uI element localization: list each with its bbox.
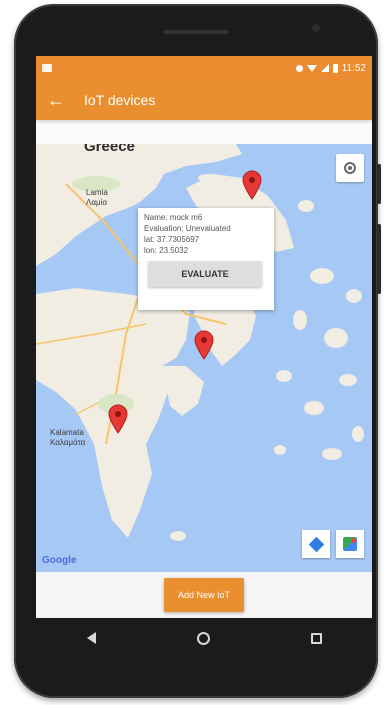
evaluate-button[interactable]: EVALUATE [148, 261, 262, 287]
my-location-button[interactable] [336, 154, 364, 182]
battery-icon [332, 63, 338, 73]
front-camera [312, 24, 320, 32]
info-evaluation: Evaluation: Unevaluated [144, 224, 231, 233]
bottom-panel: Add New IoT [36, 572, 372, 618]
info-lat: lat: 37.7305697 [144, 235, 200, 244]
google-maps-icon [343, 537, 357, 551]
device-marker-pin[interactable] [108, 404, 128, 434]
app-screen: 11:52 ← IoT devices Greece Lamia Λαμία K… [36, 56, 372, 618]
device-marker-pin[interactable] [242, 170, 262, 200]
nav-recents-icon[interactable] [310, 632, 322, 644]
notification-icon [42, 64, 52, 72]
back-arrow-icon[interactable]: ← [36, 80, 76, 120]
do-not-disturb-icon [295, 64, 303, 72]
marker-info-window: Name: mock m6 Evaluation: Unevaluated la… [138, 208, 274, 310]
wifi-icon [306, 64, 317, 72]
info-lon: lon: 23.5032 [144, 246, 189, 255]
system-nav-bar [36, 618, 372, 658]
country-label: Greece [84, 144, 135, 155]
city-label-kalamata: Kalamata [50, 428, 84, 437]
status-time: 11:52 [341, 62, 366, 74]
nav-home-icon[interactable] [196, 631, 210, 645]
volume-button [377, 224, 381, 294]
signal-icon [320, 64, 329, 72]
directions-icon [308, 536, 324, 552]
info-name: Name: mock m6 [144, 213, 203, 222]
directions-button[interactable] [302, 530, 330, 558]
status-bar: 11:52 [36, 56, 372, 80]
app-bar: ← IoT devices [36, 80, 372, 120]
city-label-lamia-greek: Λαμία [86, 198, 107, 207]
page-title: IoT devices [84, 92, 156, 108]
earpiece-speaker [164, 30, 228, 34]
power-button [377, 164, 381, 204]
city-label-lamia: Lamia [86, 188, 108, 197]
open-in-maps-button[interactable] [336, 530, 364, 558]
device-marker-pin[interactable] [194, 330, 214, 360]
my-location-icon [344, 162, 356, 174]
nav-back-icon[interactable] [86, 632, 96, 644]
add-new-iot-button[interactable]: Add New IoT [164, 578, 244, 612]
map-view[interactable]: Greece Lamia Λαμία Kalamata Καλαμάτα Nam… [36, 144, 372, 572]
city-label-kalamata-greek: Καλαμάτα [50, 438, 86, 447]
google-logo: Google [42, 555, 77, 566]
